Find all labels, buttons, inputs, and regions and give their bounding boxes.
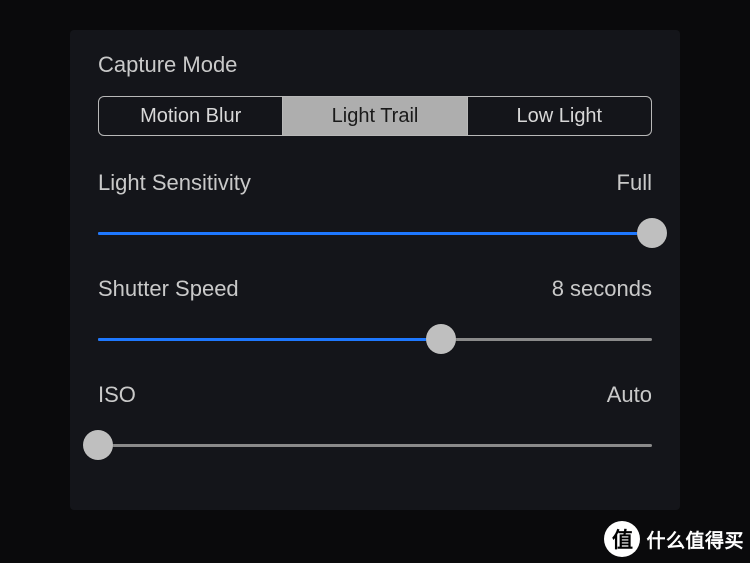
light-sensitivity-row: Light Sensitivity Full bbox=[98, 170, 652, 196]
capture-mode-title: Capture Mode bbox=[98, 52, 652, 78]
shutter-speed-row: Shutter Speed 8 seconds bbox=[98, 276, 652, 302]
segment-motion-blur[interactable]: Motion Blur bbox=[99, 97, 282, 135]
shutter-speed-value: 8 seconds bbox=[552, 276, 652, 302]
light-sensitivity-setting: Light Sensitivity Full bbox=[98, 170, 652, 248]
iso-label: ISO bbox=[98, 382, 136, 408]
slider-track bbox=[98, 444, 652, 447]
watermark-badge-icon: 值 bbox=[604, 521, 640, 557]
shutter-speed-label: Shutter Speed bbox=[98, 276, 239, 302]
shutter-speed-setting: Shutter Speed 8 seconds bbox=[98, 276, 652, 354]
light-sensitivity-slider[interactable] bbox=[98, 218, 652, 248]
slider-fill bbox=[98, 232, 652, 235]
iso-setting: ISO Auto bbox=[98, 382, 652, 460]
light-sensitivity-value: Full bbox=[617, 170, 652, 196]
slider-thumb[interactable] bbox=[637, 218, 667, 248]
segment-low-light[interactable]: Low Light bbox=[467, 97, 651, 135]
iso-value: Auto bbox=[607, 382, 652, 408]
capture-settings-panel: Capture Mode Motion Blur Light Trail Low… bbox=[70, 30, 680, 510]
shutter-speed-slider[interactable] bbox=[98, 324, 652, 354]
capture-mode-segmented[interactable]: Motion Blur Light Trail Low Light bbox=[98, 96, 652, 136]
segment-light-trail[interactable]: Light Trail bbox=[282, 97, 466, 135]
light-sensitivity-label: Light Sensitivity bbox=[98, 170, 251, 196]
slider-thumb[interactable] bbox=[83, 430, 113, 460]
iso-row: ISO Auto bbox=[98, 382, 652, 408]
slider-fill bbox=[98, 338, 441, 341]
iso-slider[interactable] bbox=[98, 430, 652, 460]
watermark: 值 什么值得买 bbox=[604, 521, 744, 557]
watermark-text: 什么值得买 bbox=[646, 526, 744, 553]
slider-thumb[interactable] bbox=[426, 324, 456, 354]
